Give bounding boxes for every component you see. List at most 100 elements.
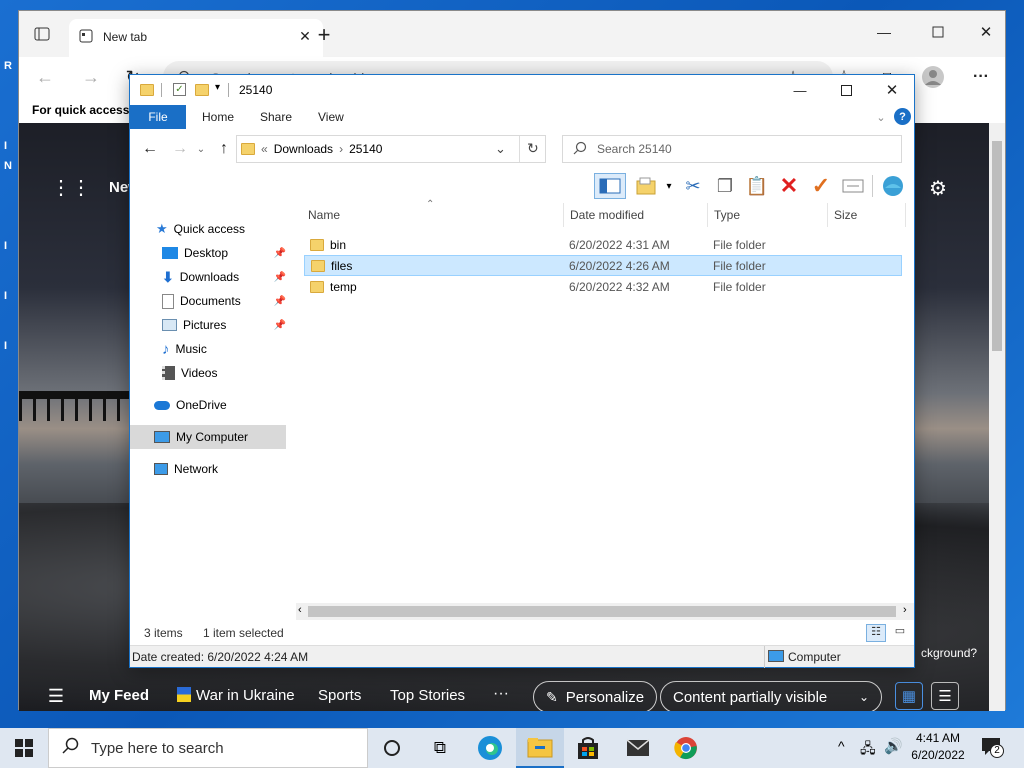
nav-pictures[interactable]: Pictures 📌 bbox=[162, 313, 286, 337]
notification-center-icon[interactable]: 2 bbox=[980, 736, 1006, 760]
mail-app-icon[interactable] bbox=[614, 728, 662, 768]
folder-options-icon[interactable] bbox=[634, 173, 660, 199]
feed-tab-ukraine[interactable]: War in Ukraine bbox=[196, 687, 295, 704]
minimize-icon[interactable]: — bbox=[871, 21, 897, 43]
clock[interactable]: 4:41 AM 6/20/2022 bbox=[904, 730, 972, 766]
taskbar-search[interactable]: Type here to search bbox=[48, 728, 368, 768]
settings-gear-icon[interactable]: ⚙ bbox=[925, 175, 951, 201]
volume-icon[interactable]: 🔊 bbox=[884, 737, 903, 755]
profile-avatar[interactable] bbox=[921, 65, 945, 89]
scroll-left-icon[interactable]: ‹ bbox=[298, 604, 302, 616]
properties-icon[interactable]: ✓ bbox=[173, 83, 186, 96]
column-type[interactable]: Type bbox=[708, 203, 828, 227]
paste-icon[interactable]: 📋 bbox=[744, 173, 770, 199]
breadcrumb-downloads[interactable]: Downloads bbox=[274, 142, 333, 156]
nav-network[interactable]: Network bbox=[154, 457, 218, 481]
minimize-icon[interactable]: — bbox=[788, 79, 812, 101]
show-hidden-icons-icon[interactable]: ^ bbox=[838, 738, 845, 754]
scrollbar-thumb[interactable] bbox=[308, 606, 896, 617]
store-app-icon[interactable] bbox=[564, 728, 612, 768]
nav-downloads[interactable]: ⬇ Downloads 📌 bbox=[162, 265, 286, 289]
tab-home[interactable]: Home bbox=[188, 105, 248, 129]
file-row-selected[interactable]: files 6/20/2022 4:26 AM File folder bbox=[304, 255, 902, 276]
delete-icon[interactable]: ✕ bbox=[776, 173, 802, 199]
preview-pane-icon[interactable] bbox=[594, 173, 626, 199]
forward-icon[interactable]: → bbox=[79, 67, 103, 87]
divider bbox=[519, 136, 520, 162]
breadcrumb-overflow[interactable]: « bbox=[261, 142, 268, 156]
rename-icon[interactable] bbox=[840, 173, 866, 199]
chrome-app-icon[interactable] bbox=[662, 728, 710, 768]
column-name[interactable]: Name bbox=[302, 203, 564, 227]
horizontal-scrollbar[interactable]: ‹ › bbox=[296, 603, 914, 620]
feed-more-icon[interactable]: ··· bbox=[493, 685, 509, 703]
forward-icon[interactable]: → bbox=[170, 139, 190, 159]
column-date-modified[interactable]: Date modified bbox=[564, 203, 708, 227]
new-tab-button[interactable]: + bbox=[311, 22, 337, 47]
nav-onedrive[interactable]: OneDrive bbox=[154, 393, 227, 417]
recent-locations-icon[interactable]: ⌄ bbox=[194, 141, 208, 157]
personalize-button[interactable]: ✎ Personalize bbox=[533, 681, 658, 711]
checkmark-icon[interactable]: ✓ bbox=[808, 173, 834, 199]
feed-navigation: ☰ My Feed War in Ukraine Sports Top Stor… bbox=[19, 671, 987, 711]
task-view-icon[interactable]: ⧉ bbox=[416, 728, 464, 768]
globe-icon[interactable] bbox=[880, 173, 906, 199]
maximize-icon[interactable] bbox=[834, 79, 858, 101]
apps-grid-icon[interactable]: ⋮⋮ bbox=[51, 175, 91, 199]
copy-icon[interactable]: ❐ bbox=[712, 173, 738, 199]
cortana-icon[interactable] bbox=[368, 728, 416, 768]
search-box[interactable]: Search 25140 bbox=[562, 135, 902, 163]
tab-share[interactable]: Share bbox=[246, 105, 306, 129]
up-icon[interactable]: ↑ bbox=[214, 139, 234, 159]
edge-app-icon[interactable] bbox=[466, 728, 514, 768]
file-date: 6/20/2022 4:32 AM bbox=[569, 279, 670, 294]
tab-file[interactable]: File bbox=[130, 105, 186, 129]
file-explorer-app-icon[interactable] bbox=[516, 728, 564, 768]
background-question[interactable]: ckground? bbox=[921, 646, 977, 660]
large-icons-view-icon[interactable]: ▭ bbox=[890, 624, 910, 642]
network-status-icon[interactable]: 🖧 bbox=[860, 738, 876, 762]
nav-my-computer[interactable]: My Computer bbox=[130, 425, 286, 449]
page-scrollbar[interactable] bbox=[989, 123, 1005, 711]
file-row[interactable]: temp 6/20/2022 4:32 AM File folder bbox=[304, 276, 902, 297]
nav-music[interactable]: ♪ Music bbox=[162, 337, 207, 361]
file-row[interactable]: bin 6/20/2022 4:31 AM File folder bbox=[304, 234, 902, 255]
tab-new-tab[interactable]: New tab ✕ bbox=[69, 19, 323, 57]
back-icon[interactable]: ← bbox=[33, 67, 57, 87]
refresh-icon[interactable]: ↻ bbox=[527, 140, 539, 157]
taskbar: Type here to search ⧉ ^ 🖧 🔊 4:41 AM 6/20… bbox=[0, 728, 1024, 768]
breadcrumb-25140[interactable]: 25140 bbox=[349, 142, 382, 156]
details-view-icon[interactable]: ☷ bbox=[866, 624, 886, 642]
menu-icon[interactable]: ☰ bbox=[45, 685, 67, 707]
address-dropdown-icon[interactable]: ⌄ bbox=[495, 141, 506, 157]
my-feed-tab[interactable]: My Feed bbox=[89, 687, 149, 704]
scroll-right-icon[interactable]: › bbox=[903, 604, 907, 616]
address-bar[interactable]: « Downloads › 25140 ⌄ ↻ bbox=[236, 135, 546, 163]
close-window-icon[interactable]: ✕ bbox=[973, 21, 999, 43]
nav-videos[interactable]: Videos bbox=[162, 361, 217, 385]
tab-view[interactable]: View bbox=[304, 105, 358, 129]
folder-options-dropdown-icon[interactable]: ▾ bbox=[662, 173, 676, 199]
expand-ribbon-icon[interactable]: ⌄ bbox=[874, 109, 888, 125]
maximize-icon[interactable] bbox=[925, 21, 951, 43]
nav-desktop[interactable]: Desktop 📌 bbox=[162, 241, 286, 265]
close-icon[interactable]: ✕ bbox=[880, 79, 904, 101]
windows-start-icon[interactable] bbox=[0, 728, 48, 768]
customize-toolbar-icon[interactable]: ▾ bbox=[215, 82, 220, 93]
cut-icon[interactable]: ✂ bbox=[680, 173, 706, 199]
feed-tab-top-stories[interactable]: Top Stories bbox=[390, 687, 465, 704]
content-visibility-select[interactable]: Content partially visible ⌄ bbox=[660, 681, 882, 711]
new-folder-icon[interactable] bbox=[195, 84, 209, 96]
list-layout-icon[interactable]: ☰ bbox=[931, 682, 959, 710]
film-icon bbox=[162, 366, 175, 380]
tab-actions-icon[interactable] bbox=[31, 25, 53, 43]
nav-documents[interactable]: Documents 📌 bbox=[162, 289, 286, 313]
scrollbar-thumb[interactable] bbox=[992, 141, 1002, 351]
nav-quick-access[interactable]: ★ Quick access bbox=[156, 217, 245, 241]
feed-tab-sports[interactable]: Sports bbox=[318, 687, 361, 704]
help-icon[interactable]: ? bbox=[894, 108, 911, 125]
back-icon[interactable]: ← bbox=[140, 139, 160, 159]
more-options-icon[interactable]: ··· bbox=[969, 67, 993, 87]
column-size[interactable]: Size bbox=[828, 203, 906, 227]
grid-layout-icon[interactable]: ▦ bbox=[895, 682, 923, 710]
